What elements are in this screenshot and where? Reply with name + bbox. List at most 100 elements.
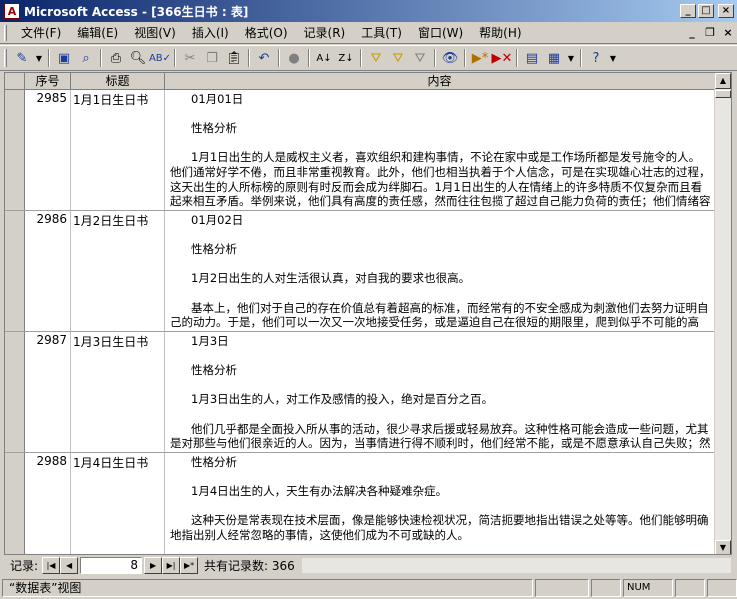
cell-content[interactable]: 01月02日 性格分析 1月2日出生的人对生活很认真，对自我的要求也很高。 基本… [165,211,715,331]
cell-title[interactable]: 1月3日生日书 [71,332,165,452]
content-paragraph: 1月4日出生的人，天生有办法解决各种疑难杂症。 [191,484,448,499]
toolbar-options-icon[interactable]: ▼ [607,47,619,69]
select-all-corner[interactable] [5,73,25,90]
cell-title[interactable]: 1月2日生日书 [71,211,165,331]
table-row: 2988 1月4日生日书 性格分析 1月4日出生的人，天生有办法解决各种疑难杂症… [5,453,715,554]
vertical-scrollbar[interactable]: ▲ ▼ [714,73,731,554]
cell-id[interactable]: 2986 [25,211,71,331]
status-panel [535,579,589,597]
row-selector[interactable] [5,90,25,210]
mdi-minimize-button[interactable]: _ [683,26,701,39]
close-button[interactable]: × [718,4,734,18]
status-panel [707,579,737,597]
column-header-id[interactable]: 序号 [25,73,71,90]
column-header-title[interactable]: 标题 [71,73,165,90]
new-record-nav-icon[interactable]: ▶* [180,557,199,574]
search-icon[interactable]: ⌕ [75,47,97,69]
filter-by-selection-icon[interactable]: ⛛ [365,47,387,69]
content-date: 1月3日 [191,334,229,348]
design-view-icon[interactable]: ✎ [11,47,33,69]
content-date: 01月02日 [191,213,244,227]
cell-id[interactable]: 2987 [25,332,71,452]
content-section: 性格分析 [191,121,237,136]
content-paragraph: 1月1日出生的人是威权主义者，喜欢组织和建构事情，不论在家中或是工作场所都是发号… [170,150,711,210]
row-selector[interactable] [5,332,25,452]
sort-descending-icon[interactable]: Z↓ [335,47,357,69]
status-bar: “数据表”视图 NUM [0,577,737,599]
current-record-input[interactable]: 8 [80,557,143,574]
access-icon[interactable]: A [4,3,20,19]
print-icon[interactable]: ⎙ [105,47,127,69]
cell-content[interactable]: 01月01日 性格分析 1月1日出生的人是威权主义者，喜欢组织和建构事情，不论在… [165,90,715,210]
next-record-icon[interactable]: ▶ [144,557,163,574]
content-paragraph: 基本上，他们对于自己的存在价值总有着超高的标准，而经常有的不安全感成为刺激他们去… [170,300,709,331]
content-section: 性格分析 [191,242,237,257]
last-record-icon[interactable]: ▶| [162,557,181,574]
cell-content[interactable]: 性格分析 1月4日出生的人，天生有办法解决各种疑难杂症。 这种天份是常表现在技术… [165,453,715,554]
menu-insert[interactable]: 插入(I) [184,24,237,41]
insert-object-icon[interactable]: ● [283,47,305,69]
menu-bar: 文件(F) 编辑(E) 视图(V) 插入(I) 格式(O) 记录(R) 工具(T… [0,22,737,44]
print-preview-icon[interactable]: 🔍︎ [127,47,149,69]
menu-tools[interactable]: 工具(T) [353,24,410,41]
menubar-grip[interactable] [4,24,7,41]
row-selector[interactable] [5,211,25,331]
apply-filter-icon[interactable]: ⛛ [409,47,431,69]
cell-title[interactable]: 1月4日生日书 [71,453,165,554]
view-dropdown-icon[interactable]: ▼ [33,47,45,69]
filter-by-form-icon[interactable]: ⛛ [387,47,409,69]
new-object-icon[interactable]: ▦ [543,47,565,69]
cell-id[interactable]: 2985 [25,90,71,210]
spelling-icon[interactable]: AB✓ [149,47,171,69]
menu-edit[interactable]: 编辑(E) [69,24,126,41]
mdi-close-button[interactable]: × [719,26,737,39]
menu-format[interactable]: 格式(O) [237,24,296,41]
find-icon[interactable]: 👁︎ [439,47,461,69]
content-paragraph: 1月2日出生的人对生活很认真，对自我的要求也很高。 [191,271,471,286]
window-title: Microsoft Access - [366生日书 : 表] [24,4,249,19]
table-row: 2985 1月1日生日书 01月01日 性格分析 1月1日出生的人是威权主义者，… [5,90,715,211]
horizontal-scrollbar[interactable] [300,557,732,574]
status-num: NUM [623,579,673,597]
sort-ascending-icon[interactable]: A↓ [313,47,335,69]
cut-icon[interactable]: ✂ [179,47,201,69]
record-navigation: 记录: |◀ ◀ 8 ▶ ▶| ▶* 共有记录数: 366 [4,556,732,575]
table-rows: 2985 1月1日生日书 01月01日 性格分析 1月1日出生的人是威权主义者，… [5,90,715,554]
minimize-button[interactable]: _ [680,4,696,18]
save-icon[interactable]: ▣ [53,47,75,69]
new-object-dropdown-icon[interactable]: ▼ [565,47,577,69]
menu-file[interactable]: 文件(F) [13,24,69,41]
datasheet: 序号 标题 内容 2985 1月1日生日书 01月01日 性格分析 1月1日出生… [4,72,732,555]
menu-window[interactable]: 窗口(W) [410,24,471,41]
cell-content[interactable]: 1月3日 性格分析 1月3日出生的人，对工作及感情的投入，绝对是百分之百。 他们… [165,332,715,452]
content-paragraph: 他们几乎都是全面投入所从事的活动，很少寻求后援或轻易放弃。这种性格可能会造成一些… [170,421,711,452]
maximize-button[interactable]: □ [698,4,714,18]
scroll-up-icon[interactable]: ▲ [715,73,731,89]
scroll-down-icon[interactable]: ▼ [715,540,731,554]
copy-icon[interactable]: ❐ [201,47,223,69]
first-record-icon[interactable]: |◀ [42,557,61,574]
content-paragraph: 1月3日出生的人，对工作及感情的投入，绝对是百分之百。 [191,392,494,407]
new-record-icon[interactable]: ▶* [469,47,491,69]
status-panel [675,579,705,597]
column-header-content[interactable]: 内容 [165,73,715,90]
title-bar: A Microsoft Access - [366生日书 : 表] _ □ × [0,0,737,22]
mdi-restore-button[interactable]: ❐ [701,26,719,39]
menu-records[interactable]: 记录(R) [296,24,354,41]
row-selector[interactable] [5,453,25,554]
paste-icon[interactable]: 📋︎ [223,47,245,69]
record-count: 共有记录数: 366 [204,559,295,573]
undo-icon[interactable]: ↶ [253,47,275,69]
toolbar-grip[interactable] [4,49,7,67]
delete-record-icon[interactable]: ▶✕ [491,47,513,69]
help-icon[interactable]: ? [585,47,607,69]
previous-record-icon[interactable]: ◀ [60,557,79,574]
menu-help[interactable]: 帮助(H) [471,24,529,41]
column-headers: 序号 标题 内容 [5,73,715,90]
scroll-thumb[interactable] [715,90,731,98]
database-window-icon[interactable]: ▤ [521,47,543,69]
content-date: 01月01日 [191,92,244,106]
menu-view[interactable]: 视图(V) [126,24,184,41]
cell-title[interactable]: 1月1日生日书 [71,90,165,210]
cell-id[interactable]: 2988 [25,453,71,554]
